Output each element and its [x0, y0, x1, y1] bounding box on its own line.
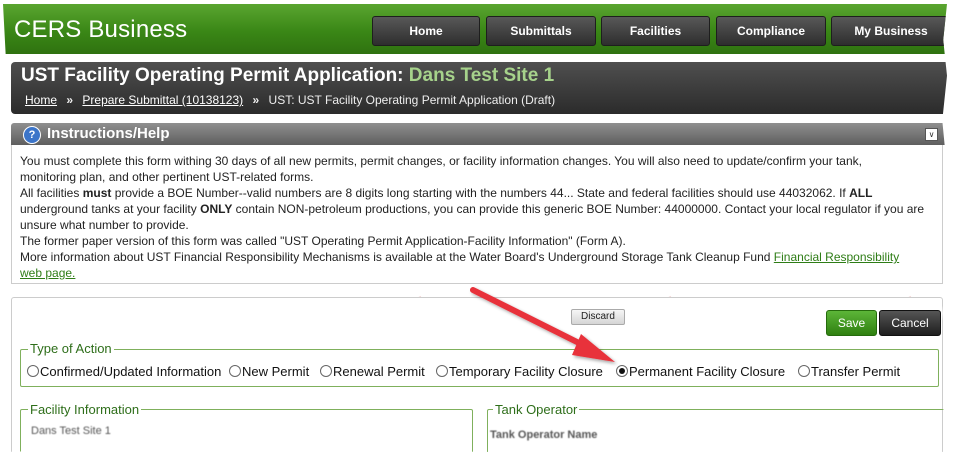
annotation-arrow-icon — [470, 287, 615, 362]
browser-viewport: ng ing ing ing ing ing CERS Business Hom… — [3, 4, 947, 452]
